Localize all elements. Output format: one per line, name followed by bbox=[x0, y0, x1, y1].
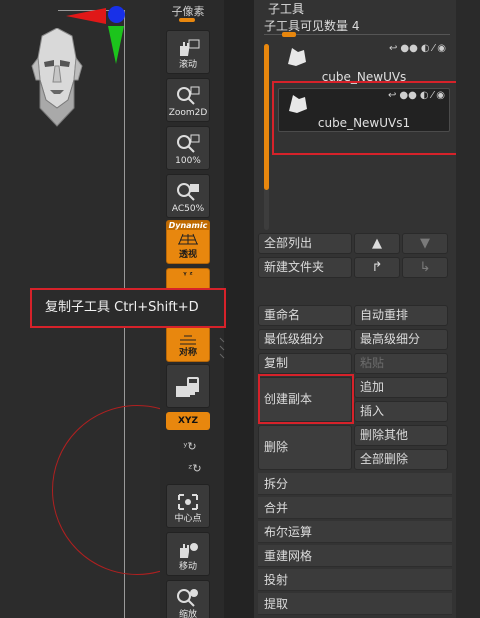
move-up-arrow-icon[interactable]: ▲ bbox=[354, 233, 400, 254]
move-label: 移动 bbox=[178, 562, 197, 572]
insert-button[interactable]: 插入 bbox=[354, 401, 448, 422]
symmetry-label: 对称 bbox=[178, 348, 197, 358]
delete-other-button[interactable]: 删除其他 bbox=[354, 425, 448, 446]
boolean-section[interactable]: 布尔运算 bbox=[258, 521, 452, 543]
material-icon[interactable]: ◐ bbox=[421, 43, 430, 54]
zoom2d-magnifier-icon bbox=[177, 86, 200, 105]
highest-subdiv-button[interactable]: 最高级细分 bbox=[354, 329, 448, 350]
gizmo-y-axis-icon[interactable] bbox=[108, 26, 124, 64]
new-folder-button[interactable]: 新建文件夹 bbox=[258, 257, 352, 278]
xyz-rotate-button[interactable]: XYZ bbox=[166, 412, 210, 430]
subpixel-slider-knob[interactable] bbox=[179, 18, 195, 22]
xyz-label: XYZ bbox=[178, 416, 198, 426]
duplicate-tooltip: 复制子工具 Ctrl+Shift+D bbox=[30, 288, 226, 328]
zoom100-magnifier-icon bbox=[177, 134, 200, 153]
subpixel-label: 子像素 bbox=[171, 5, 205, 18]
ac50-magnifier-icon bbox=[177, 183, 199, 201]
move-down-arrow-icon[interactable]: ▼ bbox=[402, 233, 448, 254]
project-section[interactable]: 投射 bbox=[258, 569, 452, 591]
scale-button[interactable]: 缩放 bbox=[166, 580, 210, 618]
move-hand-icon bbox=[180, 543, 198, 558]
perspective-label: 透视 bbox=[178, 250, 197, 260]
scroll-label: 滚动 bbox=[178, 60, 197, 70]
symmetry-button[interactable]: 对称 bbox=[166, 326, 210, 362]
visible-count-slider-knob[interactable] bbox=[282, 32, 296, 37]
panel-title: 子工具 bbox=[268, 2, 305, 16]
brush-icon[interactable]: ⁄ bbox=[433, 43, 435, 54]
delete-button[interactable]: 删除 bbox=[258, 425, 352, 470]
extract-section[interactable]: 提取 bbox=[258, 593, 452, 615]
collapse-handle-icon[interactable] bbox=[218, 336, 226, 362]
folder-down-arrow-icon[interactable]: ↳ bbox=[402, 257, 448, 278]
copy-button[interactable]: 复制 bbox=[258, 353, 352, 374]
merge-section[interactable]: 合并 bbox=[258, 497, 452, 519]
auto-reorder-button[interactable]: 自动重排 bbox=[354, 305, 448, 326]
subtool-list-scroll-thumb[interactable] bbox=[264, 44, 269, 190]
floor-grid-axis-label: ᵞ ᶻ bbox=[183, 270, 193, 279]
subtool-item[interactable]: ↩ ●● ◐ ⁄ ◉ cube_NewUVs bbox=[278, 42, 450, 86]
actual-size-label: 100% bbox=[175, 156, 201, 166]
rotate-y-icon[interactable]: ʸ↻ bbox=[183, 440, 197, 454]
folder-up-arrow-icon[interactable]: ↱ bbox=[354, 257, 400, 278]
camera-lock-button[interactable] bbox=[166, 364, 210, 408]
perspective-grid-icon bbox=[178, 233, 198, 245]
move-button[interactable]: 移动 bbox=[166, 532, 210, 576]
zoom2d-label: Zoom2D bbox=[168, 108, 208, 118]
list-all-button[interactable]: 全部列出 bbox=[258, 233, 352, 254]
scroll-hand-icon bbox=[180, 39, 200, 56]
scale-magnifier-icon bbox=[177, 589, 198, 607]
append-button[interactable]: 追加 bbox=[354, 377, 448, 398]
subtool-thumbnail-icon bbox=[288, 48, 306, 66]
subtool-highlight-box bbox=[272, 81, 470, 155]
subtool-panel: 子工具 子工具可见数量 4 ↩ ●● ◐ ⁄ ◉ cube_NewUVs ↩ ●… bbox=[254, 0, 470, 618]
brush-cursor-circle bbox=[52, 405, 160, 575]
rename-button[interactable]: 重命名 bbox=[258, 305, 352, 326]
gizmo-z-axis-icon[interactable] bbox=[108, 6, 125, 23]
arrow-icon[interactable]: ↩ bbox=[389, 43, 397, 54]
local-center-button[interactable]: 中心点 bbox=[166, 484, 210, 528]
polypaint-icon[interactable]: ●● bbox=[400, 43, 417, 54]
eye-icon[interactable]: ◉ bbox=[437, 43, 446, 54]
remesh-section[interactable]: 重建网格 bbox=[258, 545, 452, 567]
camera-lock-icon bbox=[176, 377, 199, 397]
visible-count-label: 子工具可见数量 4 bbox=[264, 19, 360, 33]
zoom2d-button[interactable]: Zoom2D bbox=[166, 78, 210, 122]
panel-divider bbox=[219, 0, 254, 618]
perspective-button[interactable]: Dynamic 透视 bbox=[166, 220, 210, 264]
actual-size-button[interactable]: 100% bbox=[166, 126, 210, 170]
delete-all-button[interactable]: 全部删除 bbox=[354, 449, 448, 470]
scroll-button[interactable]: 滚动 bbox=[166, 30, 210, 74]
scale-label: 缩放 bbox=[178, 610, 197, 618]
gizmo-x-axis-icon[interactable] bbox=[66, 8, 106, 24]
head-navigator-icon[interactable] bbox=[30, 28, 84, 128]
symmetry-icon bbox=[180, 335, 196, 345]
subtool-controls: ↩ ●● ◐ ⁄ ◉ bbox=[389, 43, 446, 54]
ac50-label: AC50% bbox=[171, 204, 205, 214]
local-center-label: 中心点 bbox=[174, 514, 202, 524]
rotate-z-icon[interactable]: ᶻ↻ bbox=[188, 462, 202, 476]
local-center-icon bbox=[178, 494, 198, 510]
paste-button[interactable]: 粘贴 bbox=[354, 353, 448, 374]
split-section[interactable]: 拆分 bbox=[258, 473, 452, 495]
antialiased-half-size-button[interactable]: AC50% bbox=[166, 174, 210, 218]
duplicate-highlight-box bbox=[258, 374, 354, 424]
lowest-subdiv-button[interactable]: 最低级细分 bbox=[258, 329, 352, 350]
right-scroll-area[interactable] bbox=[456, 0, 480, 618]
